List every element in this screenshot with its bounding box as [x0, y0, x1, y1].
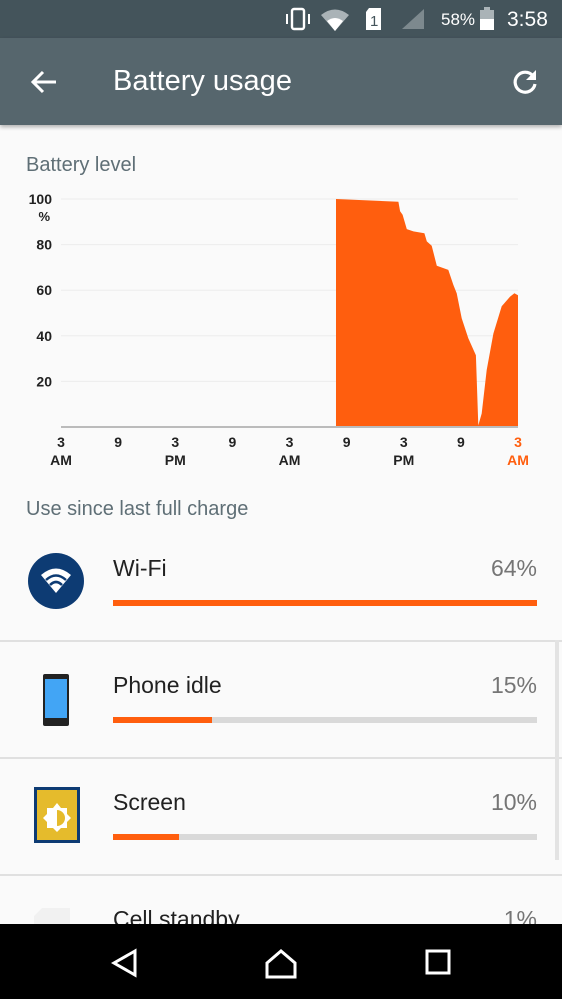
status-bar: 1 58% 3:58	[0, 0, 562, 38]
battery-level-chart: 100 80 60 40 20% 3 AM 9 3 PM 9 3 AM 9 3 PM 9 3 AM	[29, 191, 529, 468]
toolbar: Battery usage	[0, 38, 562, 125]
y-tick-label: 20	[36, 373, 52, 389]
usage-bar-fill	[113, 717, 213, 723]
svg-text:1: 1	[370, 13, 378, 30]
x-tick-label: 3	[171, 434, 179, 450]
usage-bar	[113, 600, 537, 606]
x-tick-label: AM	[279, 452, 301, 468]
usage-name: Screen	[113, 789, 186, 815]
home-icon[interactable]	[264, 948, 298, 980]
chart-title: Battery level	[26, 154, 137, 176]
usage-row-screen[interactable]: Screen 10%	[0, 759, 562, 876]
wifi-icon	[321, 9, 349, 31]
battery-level-area	[335, 199, 518, 427]
usage-percent: 10%	[490, 789, 537, 815]
x-tick-label: 9	[228, 434, 236, 450]
phone-icon	[43, 674, 69, 726]
x-tick-label: 3	[286, 434, 294, 450]
x-tick-label: 9	[114, 434, 122, 450]
vibrate-icon	[286, 7, 310, 31]
usage-percent: 64%	[490, 555, 537, 581]
battery-icon	[480, 7, 494, 30]
battery-percent: 58%	[441, 10, 476, 29]
y-tick-label: 100	[29, 191, 53, 207]
usage-percent: 15%	[490, 672, 537, 698]
wifi-icon	[28, 553, 84, 609]
usage-row-phone-idle[interactable]: Phone idle 15%	[0, 642, 562, 759]
y-unit-label: %	[38, 209, 50, 224]
signal-icon	[402, 9, 424, 29]
page-title: Battery usage	[113, 65, 292, 97]
usage-bar-fill	[113, 600, 537, 606]
sim-icon: 1	[366, 8, 381, 30]
scrollbar[interactable]	[555, 640, 559, 860]
brightness-icon	[34, 787, 80, 843]
x-tick-label: AM	[50, 452, 72, 468]
clock: 3:58	[507, 8, 548, 31]
x-tick-label: 3	[400, 434, 408, 450]
section-title: Use since last full charge	[26, 498, 249, 520]
usage-bar	[113, 834, 537, 840]
x-tick-label: 3	[57, 434, 65, 450]
recents-icon[interactable]	[424, 948, 452, 976]
x-tick-label: PM	[165, 452, 186, 468]
usage-bar	[113, 717, 537, 723]
x-tick-label: PM	[393, 452, 414, 468]
navigation-bar	[0, 924, 562, 999]
x-tick-label: AM	[507, 452, 529, 468]
y-tick-label: 60	[36, 282, 52, 298]
x-tick-label: 9	[457, 434, 465, 450]
x-tick-label: 9	[343, 434, 351, 450]
usage-row-wi-fi[interactable]: Wi-Fi 64%	[0, 525, 562, 642]
x-tick-label: 3	[514, 434, 522, 450]
y-tick-label: 40	[36, 328, 52, 344]
refresh-icon[interactable]	[509, 66, 541, 98]
usage-name: Phone idle	[113, 672, 222, 698]
usage-bar-fill	[113, 834, 180, 840]
arrow-back-icon[interactable]	[28, 66, 60, 98]
back-icon[interactable]	[110, 948, 140, 978]
y-tick-label: 80	[36, 237, 52, 253]
usage-name: Wi-Fi	[113, 555, 167, 581]
